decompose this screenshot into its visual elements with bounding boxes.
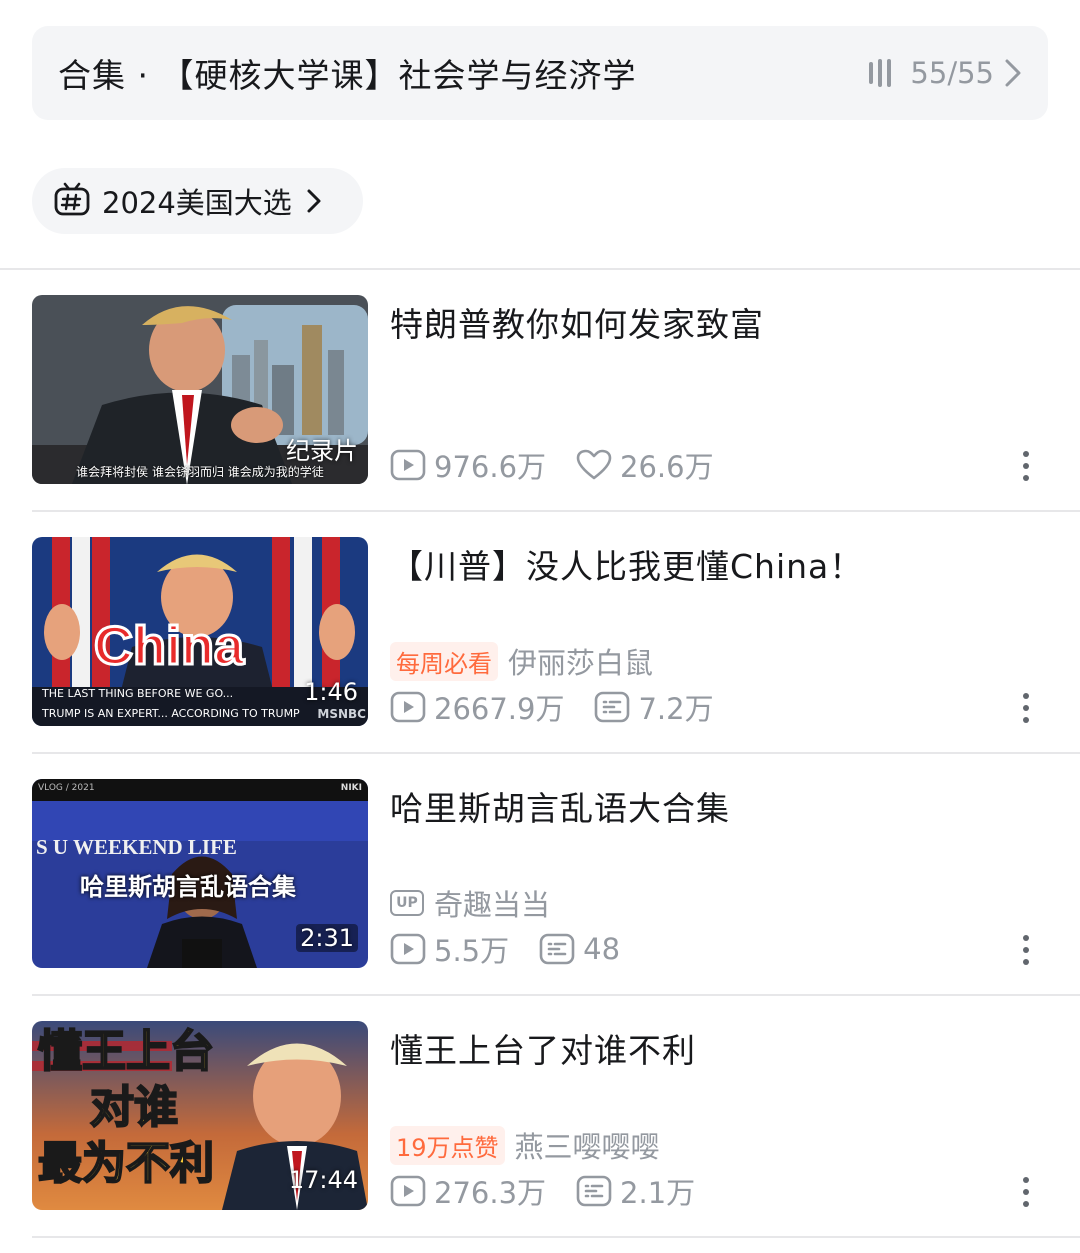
author-name[interactable]: 燕三嘤嘤嘤 bbox=[515, 1124, 660, 1166]
thumbnail-caption-1: THE LAST THING BEFORE WE GO... bbox=[42, 687, 234, 700]
up-icon: UP bbox=[390, 890, 424, 916]
like-icon bbox=[576, 449, 612, 480]
author-name[interactable]: 伊丽莎白鼠 bbox=[508, 640, 653, 682]
author-name[interactable]: 奇趣当当 bbox=[434, 882, 550, 924]
danmaku-icon bbox=[595, 691, 630, 723]
collection-progress: 55/55 bbox=[869, 56, 1022, 90]
video-thumbnail[interactable]: 谁会拜将封侯 谁会铩羽而归 谁会成为我的学徒 纪录片 bbox=[32, 295, 368, 484]
danmaku-count: 2.1万 bbox=[576, 1170, 695, 1212]
chevron-right-icon bbox=[306, 187, 322, 215]
danmaku-icon bbox=[539, 933, 575, 965]
view-count: 276.3万 bbox=[390, 1170, 546, 1212]
video-stats: 5.5万 48 bbox=[390, 928, 650, 970]
video-author-line: 每周必看 伊丽莎白鼠 bbox=[390, 640, 653, 682]
video-stats: 2667.9万 7.2万 bbox=[390, 686, 744, 728]
topic-chip[interactable]: 2024美国大选 bbox=[32, 168, 363, 234]
play-count-icon bbox=[390, 449, 426, 481]
more-options-icon[interactable] bbox=[1016, 932, 1036, 968]
weekly-must-watch-tag: 每周必看 bbox=[390, 641, 498, 681]
video-badge: 纪录片 bbox=[286, 437, 358, 465]
likes-milestone-tag: 19万点赞 bbox=[390, 1125, 505, 1165]
collection-progress-text: 55/55 bbox=[910, 56, 994, 90]
topic-tv-icon bbox=[54, 182, 90, 220]
like-count: 26.6万 bbox=[576, 444, 714, 486]
video-card[interactable]: VLOG / 2021 NIKI S U WEEKEND LIFE 哈里斯胡言乱… bbox=[0, 754, 1080, 996]
video-thumbnail[interactable]: 懂王上台 对谁 最为不利 17:44 bbox=[32, 1021, 368, 1210]
more-options-icon[interactable] bbox=[1016, 1174, 1036, 1210]
video-card[interactable]: China THE LAST THING BEFORE WE GO... TRU… bbox=[0, 512, 1080, 754]
thumbnail-caption-2: TRUMP IS AN EXPERT... ACCORDING TO TRUMP bbox=[42, 707, 300, 720]
video-stats: 276.3万 2.1万 bbox=[390, 1170, 725, 1212]
video-card[interactable]: 谁会拜将封侯 谁会铩羽而归 谁会成为我的学徒 纪录片 特朗普教你如何发家致富 9… bbox=[0, 270, 1080, 512]
item-divider bbox=[32, 1236, 1080, 1238]
view-count: 5.5万 bbox=[390, 928, 509, 970]
msnbc-logo: MSNBC bbox=[317, 707, 366, 721]
topic-label: 2024美国大选 bbox=[102, 186, 292, 220]
video-thumbnail[interactable]: VLOG / 2021 NIKI S U WEEKEND LIFE 哈里斯胡言乱… bbox=[32, 779, 368, 968]
chevron-right-icon bbox=[1004, 58, 1022, 88]
video-title[interactable]: 哈里斯胡言乱语大合集 bbox=[390, 782, 730, 830]
view-count: 2667.9万 bbox=[390, 686, 564, 728]
video-duration: 17:44 bbox=[288, 1166, 358, 1194]
thumbnail-corner-left: VLOG / 2021 bbox=[38, 783, 95, 793]
more-options-icon[interactable] bbox=[1016, 690, 1036, 726]
play-count-icon bbox=[390, 691, 426, 723]
thumbnail-headline: 哈里斯胡言乱语合集 bbox=[80, 873, 296, 901]
thumbnail-top-text: S U WEEKEND LIFE bbox=[36, 835, 237, 859]
video-title[interactable]: 懂王上台了对谁不利 bbox=[390, 1024, 696, 1072]
episodes-icon bbox=[869, 59, 896, 87]
thumbnail-headline: China bbox=[92, 615, 245, 678]
video-author-line: UP 奇趣当当 bbox=[390, 882, 550, 924]
video-author-line: 19万点赞 燕三嘤嘤嘤 bbox=[390, 1124, 660, 1166]
collection-bar[interactable]: 合集 · 【硬核大学课】社会学与经济学 55/55 bbox=[32, 26, 1048, 120]
video-duration: 2:31 bbox=[296, 924, 358, 952]
video-title[interactable]: 【川普】没人比我更懂China！ bbox=[390, 540, 863, 588]
video-duration: 1:46 bbox=[304, 678, 358, 706]
collection-title: 合集 · 【硬核大学课】社会学与经济学 bbox=[58, 56, 637, 95]
thumbnail-headline-3: 最为不利 bbox=[37, 1138, 215, 1190]
video-stats: 976.6万 26.6万 bbox=[390, 444, 744, 486]
play-count-icon bbox=[390, 933, 426, 965]
video-card[interactable]: 懂王上台 对谁 最为不利 17:44 懂王上台了对谁不利 19万点赞 燕三嘤嘤嘤… bbox=[0, 996, 1080, 1238]
view-count: 976.6万 bbox=[390, 444, 546, 486]
thumbnail-corner-right: NIKI bbox=[340, 783, 362, 793]
video-title[interactable]: 特朗普教你如何发家致富 bbox=[390, 298, 764, 346]
play-count-icon bbox=[390, 1175, 426, 1207]
thumbnail-headline-2: 对谁 bbox=[89, 1082, 179, 1134]
video-thumbnail[interactable]: China THE LAST THING BEFORE WE GO... TRU… bbox=[32, 537, 368, 726]
danmaku-icon bbox=[576, 1175, 612, 1207]
danmaku-count: 48 bbox=[539, 932, 620, 966]
thumbnail-headline-1: 懂王上台 bbox=[37, 1026, 215, 1078]
danmaku-count: 7.2万 bbox=[594, 686, 714, 728]
more-options-icon[interactable] bbox=[1016, 448, 1036, 484]
